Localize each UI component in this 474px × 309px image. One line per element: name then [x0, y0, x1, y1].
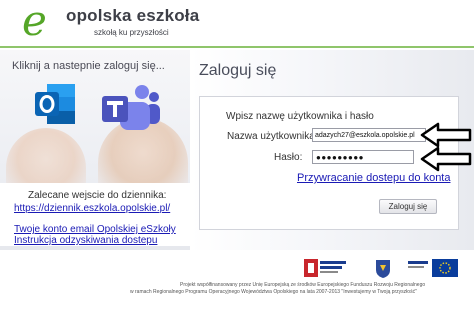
logo-subtitle: szkołą ku przyszłości: [94, 28, 169, 37]
eu-logos: [304, 259, 458, 278]
teams-icon[interactable]: [98, 82, 162, 134]
header: e opolska eszkoła szkołą ku przyszłości: [0, 0, 474, 50]
logo-title: opolska eszkoła: [66, 6, 200, 25]
opolskie-coat-of-arms: [376, 260, 390, 278]
password-input[interactable]: ●●●●●●●●●: [312, 150, 414, 164]
forgot-access-link[interactable]: Przywracanie dostepu do konta: [297, 172, 450, 184]
outlook-icon[interactable]: [33, 78, 77, 130]
password-label: Hasło:: [274, 152, 303, 163]
email-account-link[interactable]: Twoje konto email Opolskiej eSzkoły: [14, 224, 176, 235]
login-title: Zaloguj się: [199, 62, 277, 79]
username-label: Nazwa użytkownika:: [227, 131, 318, 142]
arrow-left-icon: [420, 146, 472, 172]
login-subtitle: Wpisz nazwę użytkownika i hasło: [226, 111, 374, 122]
eu-flag: [408, 259, 458, 277]
logo-e-icon: e: [22, 0, 47, 45]
login-hint: Kliknij a nastepnie zaloguj się...: [12, 60, 165, 72]
header-divider: [0, 46, 474, 48]
recommended-text: Zalecane wejscie do dziennika:: [28, 190, 167, 201]
footer-text-2: w ramach Regionalnego Programu Operacyjn…: [130, 289, 417, 295]
recovery-instruction-link[interactable]: Instrukcja odzyskiwania dostepu: [14, 235, 157, 246]
footer-text-1: Projekt współfinansowany przez Unię Euro…: [180, 282, 426, 288]
login-button[interactable]: Zaloguj się: [379, 199, 437, 214]
username-input[interactable]: adazych27@eszkola.opolskie.pl: [312, 128, 426, 142]
program-regionalny-logo: [304, 259, 346, 277]
arrow-left-icon: [420, 122, 472, 148]
diary-link[interactable]: https://dziennik.eszkola.opolskie.pl/: [14, 203, 170, 214]
